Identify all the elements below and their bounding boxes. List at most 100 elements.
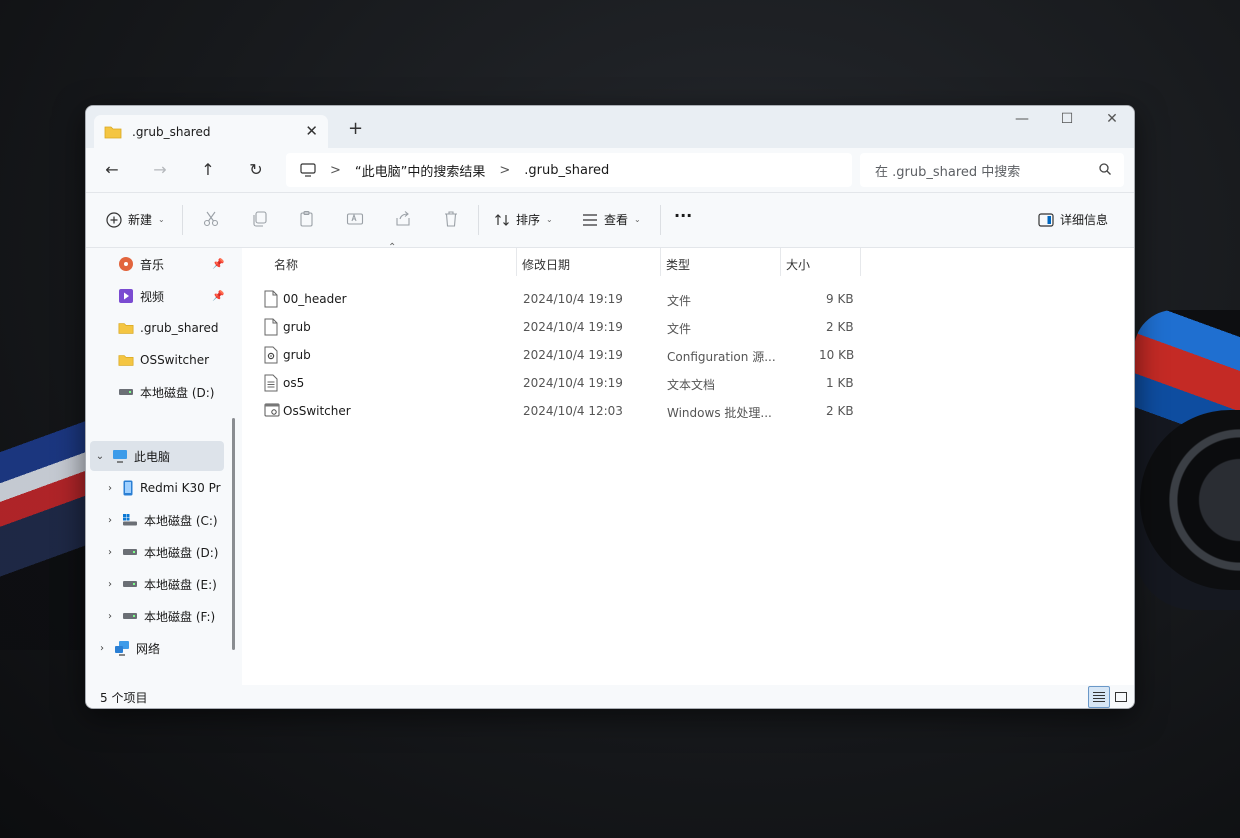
delete-icon[interactable] xyxy=(442,210,460,228)
maximize-button[interactable]: ☐ xyxy=(1052,111,1082,127)
tab-close-icon[interactable]: ✕ xyxy=(305,122,318,140)
nav-label: .grub_shared xyxy=(140,321,219,335)
file-row[interactable]: grub 2024/10/4 19:19 文件 2 KB xyxy=(258,314,878,342)
nav-item-drive-f[interactable]: › 本地磁盘 (F:) xyxy=(104,601,215,631)
up-button[interactable]: ↑ xyxy=(196,160,220,179)
video-icon xyxy=(119,289,133,303)
config-file-icon xyxy=(264,346,278,364)
column-divider[interactable] xyxy=(780,248,781,276)
pin-icon: 📌 xyxy=(212,259,225,270)
minimize-button[interactable]: — xyxy=(1007,111,1037,127)
nav-item-redmi-phone[interactable]: › Redmi K30 Pr xyxy=(104,473,221,503)
file-type: 文本文档 xyxy=(667,378,716,392)
details-pane-label: 详细信息 xyxy=(1060,213,1109,227)
refresh-button[interactable]: ↻ xyxy=(244,160,268,179)
nav-item-network[interactable]: › 网络 xyxy=(96,633,160,663)
back-button[interactable]: ← xyxy=(100,160,124,179)
forward-button[interactable]: → xyxy=(148,160,172,179)
paste-icon[interactable] xyxy=(298,210,316,228)
nav-scrollbar[interactable] xyxy=(232,418,235,650)
file-row[interactable]: os5 2024/10/4 19:19 文本文档 1 KB xyxy=(258,370,878,398)
file-type: 文件 xyxy=(667,294,692,308)
nav-label: 视频 xyxy=(140,289,165,304)
nav-item-drive-e[interactable]: › 本地磁盘 (E:) xyxy=(104,569,217,599)
sort-ascending-icon: ⌃ xyxy=(388,242,397,253)
file-size: 1 KB xyxy=(826,376,854,390)
drive-icon xyxy=(123,549,137,555)
nav-item-osswitcher[interactable]: OSSwitcher xyxy=(118,345,209,375)
toolbar-divider xyxy=(478,205,479,235)
command-bar: 新建 ⌄ 排序 ⌄ 查看 ⌄ ··· 详细信息 xyxy=(86,193,1134,248)
rename-icon[interactable] xyxy=(346,210,364,228)
text-file-icon xyxy=(264,374,278,392)
file-name: os5 xyxy=(283,376,305,390)
nav-item-drive-d-quick[interactable]: 本地磁盘 (D:) xyxy=(118,377,214,407)
close-window-button[interactable]: ✕ xyxy=(1097,111,1127,127)
sort-button[interactable]: 排序 ⌄ xyxy=(494,211,553,228)
breadcrumb-separator: > xyxy=(499,162,511,178)
nav-item-drive-d[interactable]: › 本地磁盘 (D:) xyxy=(104,537,218,567)
new-button[interactable]: 新建 ⌄ xyxy=(106,211,165,228)
more-options-button[interactable]: ··· xyxy=(674,206,692,225)
nav-item-this-pc[interactable]: ⌄ 此电脑 xyxy=(90,441,224,471)
details-pane-button[interactable]: 详细信息 xyxy=(1038,211,1108,228)
file-type: 文件 xyxy=(667,322,692,336)
navigation-pane: 音乐 📌 视频 📌 .grub_shared OSSwitcher 本地磁盘 (… xyxy=(86,248,242,685)
windows-drive-icon xyxy=(123,514,137,526)
breadcrumb-current-folder[interactable]: .grub_shared xyxy=(524,163,609,178)
monitor-icon[interactable] xyxy=(300,163,316,177)
tab-grub-shared[interactable]: .grub_shared ✕ xyxy=(94,115,328,148)
chevron-right-icon[interactable]: › xyxy=(96,643,108,654)
tiles-view-icon xyxy=(1115,692,1127,702)
search-icon[interactable] xyxy=(1098,162,1112,176)
details-view-button[interactable] xyxy=(1088,686,1110,708)
search-input[interactable]: 在 .grub_shared 中搜索 xyxy=(875,161,1020,180)
drive-icon xyxy=(123,581,137,587)
file-row[interactable]: OsSwitcher 2024/10/4 12:03 Windows 批处理..… xyxy=(258,398,878,426)
column-divider[interactable] xyxy=(860,248,861,276)
share-icon[interactable] xyxy=(394,210,412,228)
chevron-right-icon[interactable]: › xyxy=(104,547,116,558)
details-pane-icon xyxy=(1038,212,1054,227)
status-bar: 5 个项目 xyxy=(86,685,1134,708)
nav-item-music[interactable]: 音乐 xyxy=(118,249,164,279)
address-bar: ← → ↑ ↻ > “此电脑”中的搜索结果 > .grub_shared 在 .… xyxy=(86,148,1134,193)
search-box[interactable]: 在 .grub_shared 中搜索 xyxy=(860,153,1124,187)
view-list-icon xyxy=(583,213,597,226)
cut-icon[interactable] xyxy=(202,210,220,228)
breadcrumb-search-results[interactable]: “此电脑”中的搜索结果 xyxy=(355,161,485,180)
tiles-view-button[interactable] xyxy=(1110,686,1132,708)
nav-label: 网络 xyxy=(136,641,161,656)
column-header-name[interactable]: 名称 xyxy=(274,256,298,273)
details-view-icon xyxy=(1093,692,1105,702)
nav-label: 本地磁盘 (F:) xyxy=(144,609,216,624)
file-row[interactable]: 00_header 2024/10/4 19:19 文件 9 KB xyxy=(258,286,878,314)
file-name: 00_header xyxy=(283,292,347,306)
file-row[interactable]: grub 2024/10/4 19:19 Configuration 源... … xyxy=(258,342,878,370)
chevron-right-icon[interactable]: › xyxy=(104,579,116,590)
column-divider[interactable] xyxy=(516,248,517,276)
column-header-type[interactable]: 类型 xyxy=(666,256,690,273)
file-size: 10 KB xyxy=(819,348,855,362)
nav-item-drive-c[interactable]: › 本地磁盘 (C:) xyxy=(104,505,218,535)
chevron-down-icon: ⌄ xyxy=(158,215,165,224)
file-date: 2024/10/4 19:19 xyxy=(523,292,623,306)
copy-icon[interactable] xyxy=(250,210,268,228)
toolbar-divider xyxy=(660,205,661,235)
chevron-right-icon[interactable]: › xyxy=(104,483,116,494)
nav-label: 此电脑 xyxy=(134,449,171,464)
nav-item-video[interactable]: 视频 xyxy=(118,281,164,311)
file-name: OsSwitcher xyxy=(283,404,351,418)
column-header-size[interactable]: 大小 xyxy=(786,256,810,273)
nav-label: 本地磁盘 (E:) xyxy=(144,577,217,592)
drive-icon xyxy=(119,389,133,395)
chevron-right-icon[interactable]: › xyxy=(104,515,116,526)
column-divider[interactable] xyxy=(660,248,661,276)
chevron-right-icon[interactable]: › xyxy=(104,611,116,622)
breadcrumb[interactable]: > “此电脑”中的搜索结果 > .grub_shared xyxy=(286,153,852,187)
view-button[interactable]: 查看 ⌄ xyxy=(582,211,641,228)
new-tab-button[interactable]: + xyxy=(348,118,363,139)
chevron-down-icon[interactable]: ⌄ xyxy=(94,451,106,462)
column-header-date[interactable]: 修改日期 xyxy=(522,256,570,273)
nav-item-grub-shared[interactable]: .grub_shared xyxy=(118,313,218,343)
